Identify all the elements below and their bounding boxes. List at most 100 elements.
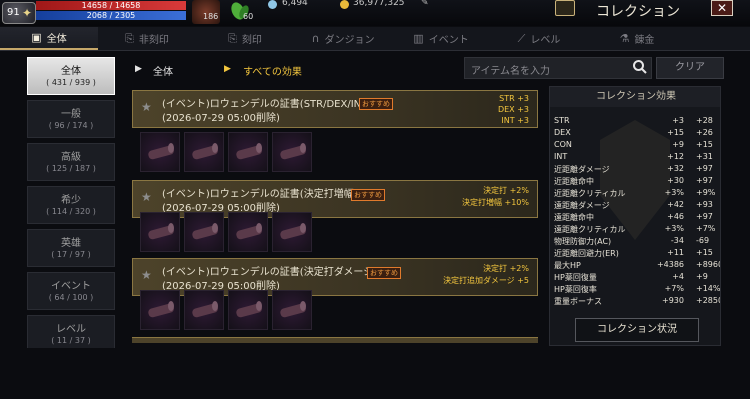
effect-row: DEX +15 +26 [554, 128, 720, 140]
effect-row: 遠距離命中 +46 +97 [554, 212, 720, 224]
scroll-item-icon[interactable] [272, 132, 312, 172]
alchemy-icon: ⚗ [619, 32, 630, 45]
clear-button[interactable]: クリア [656, 57, 724, 79]
effect-value: +3 [672, 116, 684, 125]
effect-row: INT +12 +31 [554, 152, 720, 164]
tab-level[interactable]: ⟋ レベル [490, 27, 588, 50]
scroll-item-icon[interactable] [228, 212, 268, 252]
category-all[interactable]: 全体 ( 431 / 939 ) [27, 57, 115, 95]
level-badge[interactable]: 91 ✦ [2, 2, 36, 24]
gold-currency-value: 36,977,325 [353, 0, 405, 8]
panel-title: コレクション効果 [550, 87, 720, 107]
effect-name: 物理防御力(AC) [554, 237, 612, 246]
effect-total: +15 [696, 140, 713, 149]
effect-total: -69 [696, 236, 710, 245]
favorite-star-icon[interactable]: ★ [141, 190, 152, 204]
collection-items [140, 290, 312, 330]
category-advanced[interactable]: 高級 ( 125 / 187 ) [27, 143, 115, 181]
collection-status-button[interactable]: コレクション状況 [575, 318, 699, 342]
effect-name: 近距離命中 [554, 177, 594, 186]
tab-event[interactable]: ▥ イベント [392, 27, 490, 50]
category-count: ( 17 / 97 ) [51, 250, 91, 259]
category-event[interactable]: イベント ( 64 / 100 ) [27, 272, 115, 310]
effect-value: +46 [667, 212, 684, 221]
collection-list[interactable]: ★ (イベント)ロウェンデルの証書(STR/DEX/INT) (2026-07-… [130, 86, 540, 346]
scroll-item-icon[interactable] [184, 212, 224, 252]
category-name: レベル [56, 324, 86, 335]
category-name: 全体 [61, 66, 81, 77]
category-hero[interactable]: 英雄 ( 17 / 97 ) [27, 229, 115, 267]
scroll-item-icon[interactable] [228, 132, 268, 172]
tab-label: イベント [428, 35, 469, 46]
collection-stat: 決定打追加ダメージ +5 [443, 276, 529, 285]
effect-total: +31 [696, 152, 713, 161]
effect-filter-arrow-icon: ▶ [224, 64, 231, 74]
category-tabs: ▣ 全体 ⎘ 非刻印 ⎘ 刻印 ∩ ダンジョン ▥ イベント ⟋ レベル ⚗ 錬… [0, 27, 750, 51]
tab-label: 全体 [46, 34, 67, 45]
effect-row: CON +9 +15 [554, 140, 720, 152]
effect-row: 最大HP +4386 +8960 [554, 260, 721, 272]
effect-name: 遠距離クリティカル [554, 225, 626, 234]
effect-name: DEX [554, 128, 571, 137]
effect-total: +28 [696, 116, 713, 125]
effect-row: 近距離回避力(ER) +11 +15 [554, 248, 720, 260]
effect-total: +97 [696, 212, 713, 221]
category-name: 希少 [61, 195, 81, 206]
collection-card[interactable]: ★ (イベント)ロウェンデルの証書(STR/DEX/INT) (2026-07-… [132, 90, 538, 128]
recommended-badge: おすすめ [359, 98, 393, 110]
gold-currency-icon [340, 0, 349, 9]
collection-stat: 決定打 +2% [483, 264, 529, 273]
scroll-item-icon[interactable] [140, 212, 180, 252]
scroll-item-icon[interactable] [140, 132, 180, 172]
effect-value: +30 [667, 176, 684, 185]
scroll-item-icon[interactable] [184, 290, 224, 330]
scroll-item-icon[interactable] [184, 132, 224, 172]
edit-icon[interactable]: ✎ [421, 0, 429, 8]
scroll-item-icon[interactable] [272, 290, 312, 330]
effect-value: +11 [667, 248, 684, 257]
effect-total: +7% [696, 224, 716, 233]
category-name: 英雄 [61, 238, 81, 249]
effect-value: +4386 [656, 260, 684, 269]
tab-all[interactable]: ▣ 全体 [0, 27, 98, 50]
tab-engraved[interactable]: ⎘ 刻印 [196, 27, 294, 50]
recommended-badge: おすすめ [351, 189, 385, 201]
category-name: 高級 [61, 152, 81, 163]
collection-name: (イベント)ロウェンデルの証書(決定打増幅) [162, 189, 358, 200]
diamond-currency-value: 6,494 [282, 0, 308, 8]
stamp-icon: ⎘ [228, 31, 237, 45]
close-button[interactable]: ✕ [711, 0, 733, 16]
effect-row: 遠距離クリティカル +3% +7% [554, 224, 720, 236]
effect-value: +3% [664, 224, 684, 233]
effect-value: +32 [667, 164, 684, 173]
search-input[interactable]: アイテム名を入力 [464, 57, 652, 79]
category-filter[interactable]: 全体 [153, 63, 173, 78]
collection-name: (イベント)ロウェンデルの証書(STR/DEX/INT) [162, 99, 372, 110]
effect-value: +7% [664, 284, 684, 293]
scroll-item-icon[interactable] [272, 212, 312, 252]
effect-value: +9 [672, 140, 684, 149]
effect-name: INT [554, 152, 568, 161]
tab-non-engraved[interactable]: ⎘ 非刻印 [98, 27, 196, 50]
effect-total: +9 [696, 272, 708, 281]
effect-name: 遠距離命中 [554, 213, 594, 222]
bottom-background [0, 348, 750, 399]
favorite-star-icon[interactable]: ★ [141, 100, 152, 114]
collection-book-icon [555, 0, 575, 16]
effect-total: +8960 [696, 260, 721, 269]
category-count: ( 11 / 37 ) [51, 336, 91, 345]
category-common[interactable]: 一般 ( 96 / 174 ) [27, 100, 115, 138]
effect-name: 近距離クリティカル [554, 189, 626, 198]
search-icon[interactable] [632, 59, 648, 75]
favorite-star-icon[interactable]: ★ [141, 268, 152, 282]
effect-filter[interactable]: すべての効果 [243, 63, 302, 78]
scroll-item-icon[interactable] [228, 290, 268, 330]
tab-dungeon[interactable]: ∩ ダンジョン [294, 27, 392, 50]
effect-total: +14% [696, 284, 721, 293]
tab-label: ダンジョン [324, 35, 375, 46]
scroll-item-icon[interactable] [140, 290, 180, 330]
effect-name: 近距離回避力(ER) [554, 249, 619, 258]
category-rare[interactable]: 希少 ( 114 / 320 ) [27, 186, 115, 224]
tab-alchemy[interactable]: ⚗ 錬金 [588, 27, 686, 50]
effect-name: STR [554, 116, 570, 125]
